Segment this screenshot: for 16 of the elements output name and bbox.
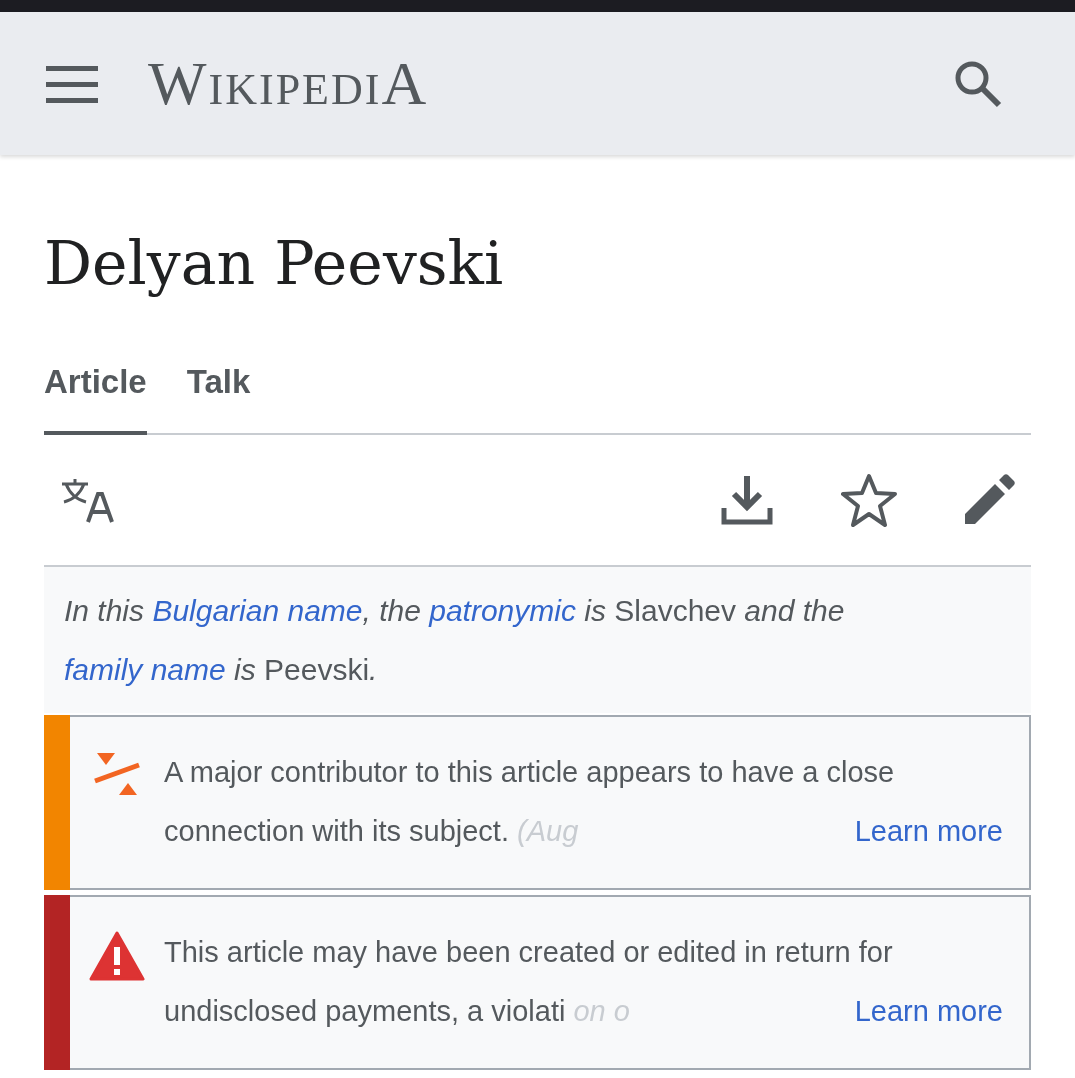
page-title: Delyan Peevski (44, 227, 505, 300)
link[interactable]: Bulgarian name (152, 593, 363, 627)
menu-icon[interactable] (46, 63, 98, 104)
learn-more-link[interactable]: Learn more (850, 801, 1003, 861)
link[interactable]: family name (64, 652, 226, 686)
pencil-icon[interactable] (963, 473, 1015, 526)
learn-more-link[interactable]: Learn more (850, 981, 1003, 1041)
download-icon[interactable] (721, 473, 773, 526)
hatnote-text: In this Bulgarian name, the patronymic is Slavchev and the family name is Peevski. (44, 566, 1031, 713)
alert-icon (89, 930, 145, 981)
star-icon[interactable] (841, 472, 897, 527)
wikipedia-logo[interactable]: WIKIPEDIA (148, 37, 429, 130)
tab[interactable]: Talk (186, 357, 251, 435)
link[interactable]: patronymic (429, 593, 576, 627)
tab[interactable]: Article (44, 357, 147, 435)
warning-icon (93, 750, 141, 797)
